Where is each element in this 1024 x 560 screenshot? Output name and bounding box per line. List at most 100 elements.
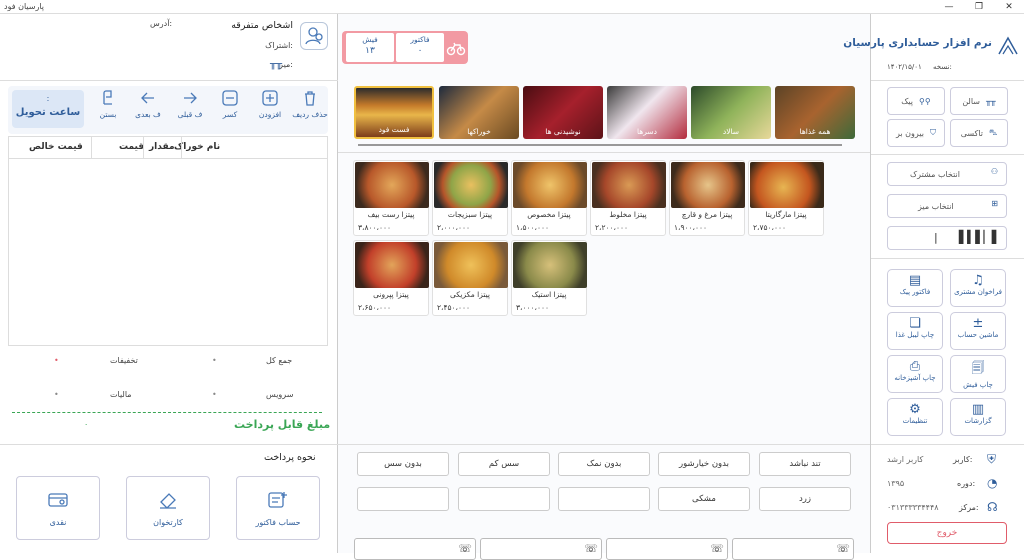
category-desserts[interactable]: دسرها xyxy=(607,86,687,139)
version-label: نسخه: xyxy=(933,63,952,71)
category-label: دسرها xyxy=(636,127,657,136)
category-dishes[interactable]: خوراکها xyxy=(439,86,519,139)
food-item[interactable]: پیتزا استیک ۳،۰۰۰،۰۰۰ xyxy=(511,240,587,316)
bicycle-icon: ⚲⚲ xyxy=(919,96,931,106)
phone-line[interactable]: ☏ xyxy=(606,538,728,560)
option-button[interactable]: تند نباشد xyxy=(759,452,851,476)
prev-receipt-button[interactable]: ف قبلی xyxy=(170,88,210,132)
brand-name: نرم افزار حسابداری پارسیان xyxy=(843,37,992,49)
brand-logo-icon xyxy=(998,36,1018,55)
food-item[interactable]: پیتزا مکزیکی ۲،۴۵۰،۰۰۰ xyxy=(432,240,508,316)
option-button[interactable]: بدون نمک xyxy=(558,452,650,476)
add-label: افزودن xyxy=(258,110,282,119)
taxi-button[interactable]: تاکسی ⛍ xyxy=(950,119,1008,147)
window-title: پارسیان فود xyxy=(4,2,45,11)
delivery-time-box[interactable]: : ساعت تحویل xyxy=(12,90,84,128)
divider xyxy=(0,444,338,445)
col-net-price: قیمت خالص xyxy=(29,142,83,152)
food-item[interactable]: پیتزا مرغ و قارچ ۱،۹۰۰،۰۰۰ xyxy=(669,160,745,236)
receipt-counter: فیش ۱۳ xyxy=(346,33,394,62)
salon-label: سالن xyxy=(962,96,981,106)
food-item[interactable]: پیتزا سبزیجات ۲،۰۰۰،۰۰۰ xyxy=(432,160,508,236)
calculator-button[interactable]: ± ماشین حساب xyxy=(950,312,1006,350)
category-fast-food[interactable]: فست فود xyxy=(354,86,434,139)
option-button[interactable] xyxy=(458,487,550,511)
print-kitchen-button[interactable]: ⎙ چاپ آشپزخانه xyxy=(887,355,943,393)
col-divider xyxy=(181,137,182,159)
category-scrollbar[interactable] xyxy=(358,144,842,146)
outside-button[interactable]: بیرون بر ⛉ xyxy=(887,119,945,147)
option-button[interactable]: زرد xyxy=(759,487,851,511)
invoice-add-icon xyxy=(268,491,287,508)
food-item[interactable]: پیتزا مخلوط ۲،۲۰۰،۰۰۰ xyxy=(590,160,666,236)
phone-line[interactable]: ☏ xyxy=(732,538,854,560)
category-all-foods[interactable]: همه غذاها xyxy=(775,86,855,139)
option-button[interactable]: سس کم xyxy=(458,452,550,476)
category-drinks[interactable]: نوشیدنی ها xyxy=(523,86,603,139)
food-price: ۲،۶۵۰،۰۰۰ xyxy=(358,303,392,312)
food-item[interactable]: پیتزا پپرونی ۲،۶۵۰،۰۰۰ xyxy=(353,240,429,316)
option-button[interactable]: مشکی xyxy=(658,487,750,511)
minimize-button[interactable]: — xyxy=(934,0,964,14)
peyk-invoice-button[interactable]: ▤ فاکتور پیک xyxy=(887,269,943,307)
food-name: پیتزا مرغ و قارچ xyxy=(681,210,733,219)
peyk-button[interactable]: پیک ⚲⚲ xyxy=(887,87,945,115)
option-button[interactable] xyxy=(357,487,449,511)
salon-button[interactable]: سالن ╥╥ xyxy=(950,87,1008,115)
invoice-account-button[interactable]: حساب فاکتور xyxy=(236,476,320,540)
maximize-button[interactable]: ❐ xyxy=(964,0,994,14)
next-receipt-button[interactable]: ف بعدی xyxy=(128,88,168,132)
invoice-account-label: حساب فاکتور xyxy=(255,517,301,527)
barcode-input[interactable]: | ▌▍▌▏▌ xyxy=(887,226,1007,250)
option-button[interactable]: بدون خیارشور xyxy=(658,452,750,476)
table-chairs-icon: ╥╥ xyxy=(270,59,283,70)
close-order-button[interactable]: بستن xyxy=(88,88,128,132)
close-button[interactable]: ✕ xyxy=(994,0,1024,14)
order-table-header: نام خوراک مقدار قیمت قیمت خالص xyxy=(9,137,327,159)
food-price: ۳،۰۰۰،۰۰۰ xyxy=(516,303,550,312)
divider xyxy=(871,258,1024,259)
print-receipt-button[interactable]: 🗐 چاپ فیش xyxy=(950,355,1006,393)
phone-icon: ☏ xyxy=(458,542,472,555)
exit-button[interactable]: خروج xyxy=(887,522,1007,544)
call-customer-button[interactable]: ♫ فراخوان مشتری xyxy=(950,269,1006,307)
food-item[interactable]: پیتزا مخصوص ۱،۵۰۰،۰۰۰ xyxy=(511,160,587,236)
select-table-button[interactable]: انتخاب میز ⊞ xyxy=(887,194,1007,218)
food-image xyxy=(671,162,745,208)
period-label: دوره: xyxy=(957,479,976,488)
delete-row-button[interactable]: حذف ردیف xyxy=(290,88,330,132)
phone-line[interactable]: ☏ xyxy=(480,538,602,560)
invoice-icon: ▤ xyxy=(908,273,922,288)
cash-button[interactable]: نقدی xyxy=(16,476,100,540)
add-button[interactable]: افزودن xyxy=(250,88,290,132)
food-image xyxy=(592,162,666,208)
table-grid-icon: ⊞ xyxy=(991,199,998,208)
user-value: کاربر ارشد xyxy=(887,455,924,464)
phone-line[interactable]: ☏ xyxy=(354,538,476,560)
food-item[interactable]: پیتزا مارگاریتا ۲،۷۵۰،۰۰۰ xyxy=(748,160,824,236)
service-label: سرویس xyxy=(266,390,294,399)
reports-button[interactable]: ▥ گزارشات xyxy=(950,398,1006,436)
print-food-label-button[interactable]: ❏ چاپ لیبل غذا xyxy=(887,312,943,350)
settings-button[interactable]: ⚙ تنظیمات xyxy=(887,398,943,436)
bicycle-icon xyxy=(446,42,466,56)
divider xyxy=(338,444,870,445)
period-value: ۱۳۹۵ xyxy=(887,479,905,488)
reports-label: گزارشات xyxy=(964,417,992,425)
print-kitchen-label: چاپ آشپزخانه xyxy=(894,374,936,382)
subscription-label: اشتراک: xyxy=(265,41,293,50)
option-button[interactable] xyxy=(558,487,650,511)
category-salad[interactable]: سالاد xyxy=(691,86,771,139)
phone-icon: ☏ xyxy=(710,542,724,555)
reduce-label: کسر xyxy=(222,110,238,119)
option-button[interactable]: بدون سس xyxy=(357,452,449,476)
customer-avatar-icon[interactable] xyxy=(300,22,328,50)
label-icon: ❏ xyxy=(909,316,921,331)
select-customer-button[interactable]: انتخاب مشترک ⚇ xyxy=(887,162,1007,186)
card-reader-button[interactable]: کارتخوان xyxy=(126,476,210,540)
reduce-button[interactable]: کسر xyxy=(210,88,250,132)
food-item[interactable]: پیتزا رست بیف ۳،۸۰۰،۰۰۰ xyxy=(353,160,429,236)
barcode-input-value: | xyxy=(934,231,938,244)
discount-label: تخفیفات xyxy=(110,356,138,365)
food-name: پیتزا مارگاریتا xyxy=(765,210,807,219)
